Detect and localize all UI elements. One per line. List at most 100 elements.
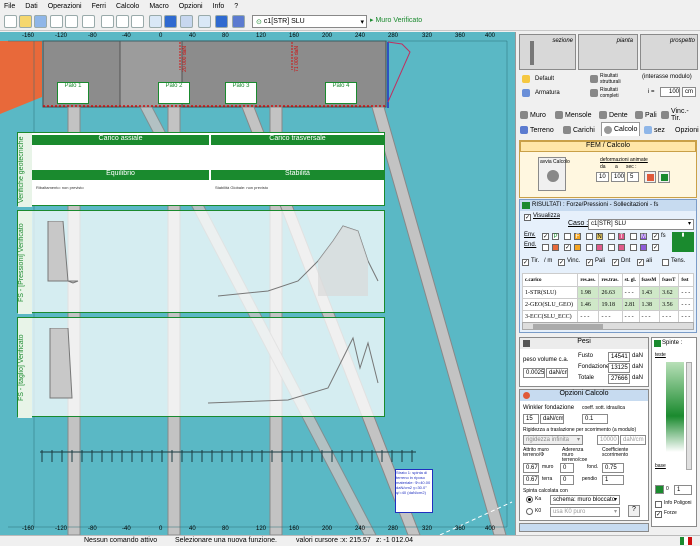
shield-icon[interactable] — [232, 15, 245, 28]
rigidezza-select[interactable]: rigidezza infinita ▾ — [523, 435, 583, 445]
edit-icon[interactable] — [116, 15, 129, 28]
pile-label-1[interactable]: Palo 1 — [57, 82, 89, 104]
redo-icon[interactable] — [65, 15, 78, 28]
results-complete[interactable]: Risultati completi — [600, 87, 636, 99]
copy-icon[interactable] — [82, 15, 95, 28]
tab-pali[interactable]: Pali — [633, 108, 659, 122]
table-row[interactable]: 3-ECC(SLU_ECC) - - - - - - - - - - - - -… — [521, 310, 694, 323]
italy-flag-icon[interactable] — [680, 537, 692, 545]
forze-checkbox[interactable]: ✓ — [655, 511, 662, 518]
menu-help[interactable]: ? — [234, 3, 238, 10]
interasse-input[interactable]: 100 — [660, 87, 680, 97]
end-p[interactable] — [552, 244, 559, 251]
k0-radio[interactable] — [526, 508, 533, 515]
open-folder-icon[interactable] — [19, 15, 32, 28]
table-row[interactable]: 1-STR(SLU) 1.98 26.63 - - - 1.43 3.62 - … — [521, 286, 694, 299]
end-m-checkbox[interactable] — [630, 244, 637, 251]
letter-n[interactable]: N — [596, 233, 603, 240]
peso-volume-unit[interactable]: daN/cm3 — [546, 368, 568, 378]
tab-carichi[interactable]: Carichi — [561, 123, 597, 137]
pile-label-2[interactable]: Palo 2 — [158, 82, 190, 104]
report-icon[interactable] — [198, 15, 211, 28]
tab-vincoli[interactable]: Vinc.-Tir. — [659, 108, 700, 122]
end-t[interactable] — [618, 244, 625, 251]
tab-sez[interactable]: sez — [642, 123, 667, 137]
spinte-color[interactable] — [655, 485, 664, 494]
end-n-checkbox[interactable] — [586, 244, 593, 251]
menu-dati[interactable]: Dati — [25, 3, 37, 10]
spinte-option[interactable]: teste — [655, 352, 666, 358]
aderenza-terra-input[interactable]: 0 — [560, 475, 574, 485]
schema-select[interactable]: schema: muro bloccato ▾ — [550, 495, 620, 505]
default-option[interactable]: Default — [535, 76, 554, 82]
spinte-value[interactable]: 1 — [674, 485, 692, 495]
results-structural[interactable]: Risultati strutturali — [600, 73, 636, 85]
menu-info[interactable]: Info — [213, 3, 225, 10]
tab-mensole[interactable]: Mensole — [553, 108, 593, 122]
end-f-checkbox[interactable]: ✓ — [564, 244, 571, 251]
t-checkbox[interactable] — [608, 233, 615, 240]
rigidezza-input[interactable]: 10000 — [597, 435, 619, 445]
letter-t[interactable]: T — [618, 233, 625, 240]
scrollbar-thumb[interactable] — [533, 324, 603, 329]
table-row[interactable]: 2-GEO(SLU_GEO) 1.46 19.18 2.81 1.38 3.56… — [521, 298, 694, 311]
env-checkbox[interactable]: ✓ — [542, 233, 549, 240]
ka-radio[interactable] — [526, 496, 533, 503]
ali-checkbox[interactable]: ✓ — [637, 259, 644, 266]
da-input[interactable]: 10 — [596, 172, 609, 182]
view-sezione[interactable]: sezione — [519, 34, 576, 70]
f-checkbox[interactable] — [564, 233, 571, 240]
coeff-pendio-input[interactable]: 1 — [602, 475, 624, 485]
armatura-option[interactable]: Armatura — [535, 90, 560, 96]
view-prospetto[interactable]: prospetto — [640, 34, 698, 70]
play-animation-button[interactable] — [644, 171, 656, 183]
menu-ferri[interactable]: Ferri — [92, 3, 106, 10]
tab-dente[interactable]: Dente — [597, 108, 630, 122]
end-checkbox[interactable] — [542, 244, 549, 251]
avvia-calcolo-button[interactable]: avvia Calcolo — [538, 157, 570, 191]
fs-checkbox[interactable]: ✓ — [652, 233, 659, 240]
calc-icon[interactable] — [164, 15, 177, 28]
end-n[interactable] — [596, 244, 603, 251]
peso-volume-input[interactable]: 0.0025 — [523, 368, 545, 378]
tens-checkbox[interactable] — [662, 259, 669, 266]
settings-button[interactable] — [658, 171, 670, 183]
tab-muro[interactable]: Muro — [518, 108, 548, 122]
table-icon[interactable] — [149, 15, 162, 28]
tir-checkbox[interactable]: ✓ — [522, 259, 529, 266]
view-pianta[interactable]: pianta — [578, 34, 638, 70]
menu-macro[interactable]: Macro — [149, 3, 168, 10]
letter-m[interactable]: M — [640, 233, 647, 240]
end-t-checkbox[interactable] — [608, 244, 615, 251]
tab-calcolo[interactable]: Calcolo — [601, 122, 641, 136]
dnt-checkbox[interactable]: ✓ — [612, 259, 619, 266]
tab-opzioni[interactable]: Opzioni — [673, 123, 700, 137]
winkler-input[interactable]: 15 — [523, 414, 539, 424]
info-poligoni-checkbox[interactable] — [655, 501, 662, 508]
letter-p[interactable]: P — [552, 233, 559, 240]
attrito-muro-input[interactable]: 0.67 — [523, 463, 539, 473]
menu-calcolo[interactable]: Calcolo — [116, 3, 139, 10]
undo-icon[interactable] — [50, 15, 63, 28]
visualizza-checkbox[interactable]: ✓ — [524, 214, 531, 221]
m-checkbox[interactable] — [630, 233, 637, 240]
export-icon[interactable] — [215, 15, 228, 28]
menu-operazioni[interactable]: Operazioni — [48, 3, 82, 10]
aderenza-muro-input[interactable]: 0 — [560, 463, 574, 473]
save-icon[interactable] — [34, 15, 47, 28]
help-button[interactable]: ? — [628, 505, 640, 517]
horizontal-scrollbar[interactable] — [522, 322, 694, 330]
end-fs-checkbox[interactable]: ✓ — [652, 244, 659, 251]
coeff-fond-input[interactable]: 0.75 — [602, 463, 624, 473]
drawing-canvas[interactable]: -160 -120 -80 -40 0 40 80 120 160 200 24… — [0, 32, 515, 535]
end-f[interactable] — [574, 244, 581, 251]
tab-terreno[interactable]: Terreno — [518, 123, 556, 137]
n-checkbox[interactable] — [586, 233, 593, 240]
menu-opzioni[interactable]: Opzioni — [179, 3, 203, 10]
vinc-checkbox[interactable]: ✓ — [558, 259, 565, 266]
end-m[interactable] — [640, 244, 647, 251]
menu-file[interactable]: File — [4, 3, 15, 10]
coeff-sott-input[interactable]: 0.1 — [582, 414, 608, 424]
a-input[interactable]: 100 — [611, 172, 625, 182]
sec-input[interactable]: 5 — [627, 172, 639, 182]
